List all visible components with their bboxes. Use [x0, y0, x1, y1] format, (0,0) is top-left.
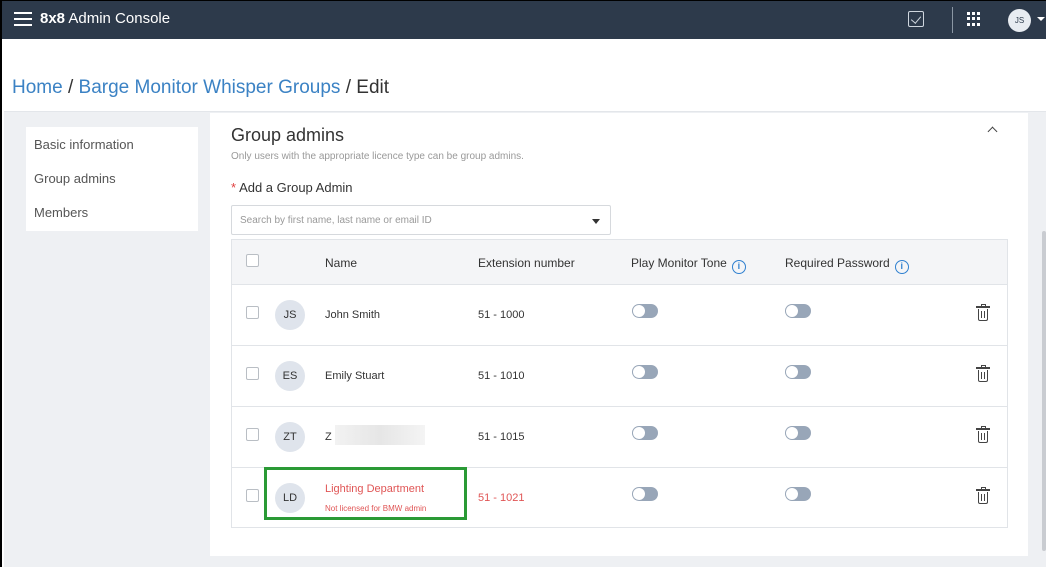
nav-item-basic-information[interactable]: Basic information [34, 137, 134, 152]
trash-icon[interactable] [976, 365, 990, 383]
monitor-tone-toggle[interactable] [632, 304, 658, 318]
add-admin-label-text: Add a Group Admin [239, 180, 353, 195]
section-title: Group admins [231, 125, 345, 145]
column-header-monitor-tone: Play Monitor Tone i [631, 256, 746, 274]
table-header: Name Extension number Play Monitor Tone i… [232, 240, 1007, 284]
breadcrumb-current: Edit [356, 77, 390, 98]
breadcrumb-home[interactable]: Home [12, 77, 63, 98]
chevron-up-icon[interactable] [988, 125, 998, 135]
info-icon[interactable]: i [731, 260, 746, 274]
nav-item-group-admins[interactable]: Group admins [34, 171, 116, 186]
scrollbar[interactable] [1042, 231, 1046, 551]
password-toggle[interactable] [785, 487, 811, 501]
search-placeholder: Search by first name, last name or email… [240, 215, 432, 226]
password-toggle[interactable] [785, 304, 811, 318]
admin-search-select[interactable]: Search by first name, last name or email… [231, 205, 611, 235]
avatar: ES [275, 361, 305, 391]
required-marker: * [231, 180, 237, 195]
brand-text: Admin Console [68, 10, 171, 27]
section-subtitle: Only users with the appropriate licence … [231, 151, 524, 162]
user-name: Emily Stuart [325, 370, 385, 382]
add-admin-label: * Add a Group Admin [231, 180, 353, 195]
extension-number: 51 - 1000 [478, 309, 525, 321]
column-header-password-label: Required Password [785, 256, 890, 270]
column-header-name: Name [325, 256, 358, 270]
section-nav: Basic information Group admins Members [26, 127, 198, 231]
avatar: ZT [275, 422, 305, 452]
extension-number: 51 - 1021 [478, 492, 525, 504]
dropdown-arrow-icon[interactable] [592, 219, 600, 224]
app-title[interactable]: 8x8 Admin Console [40, 10, 170, 27]
breadcrumb-section[interactable]: Barge Monitor Whisper Groups [79, 77, 341, 98]
tasks-checkbox-icon[interactable] [908, 11, 924, 27]
trash-icon[interactable] [976, 487, 990, 505]
chevron-down-icon[interactable] [1037, 17, 1045, 21]
divider [952, 7, 953, 33]
user-name: John Smith [325, 309, 381, 321]
row-checkbox[interactable] [246, 428, 259, 441]
extension-number: 51 - 1010 [478, 370, 525, 382]
monitor-tone-toggle[interactable] [632, 426, 658, 440]
avatar: JS [275, 300, 305, 330]
top-bar: 8x8 Admin Console JS [2, 1, 1046, 39]
brand-logo: 8x8 [40, 10, 66, 27]
monitor-tone-toggle[interactable] [632, 487, 658, 501]
trash-icon[interactable] [976, 426, 990, 444]
breadcrumb: Home / Barge Monitor Whisper Groups / Ed… [12, 77, 389, 99]
row-checkbox[interactable] [246, 489, 259, 502]
password-toggle[interactable] [785, 426, 811, 440]
user-avatar[interactable]: JS [1008, 9, 1031, 32]
breadcrumb-separator: / [62, 77, 79, 98]
table-row: ZT Z 51 - 1015 [232, 406, 1007, 467]
redacted-name [335, 425, 425, 445]
column-header-monitor-tone-label: Play Monitor Tone [631, 256, 727, 270]
app-frame: 8x8 Admin Console JS Home / Barge Monito… [0, 0, 1046, 567]
highlight-box [264, 467, 467, 520]
row-checkbox[interactable] [246, 306, 259, 319]
extension-number: 51 - 1015 [478, 431, 525, 443]
breadcrumb-separator: / [340, 77, 357, 98]
monitor-tone-toggle[interactable] [632, 365, 658, 379]
trash-icon[interactable] [976, 304, 990, 322]
row-checkbox[interactable] [246, 367, 259, 380]
table-row: ES Emily Stuart 51 - 1010 [232, 345, 1007, 406]
apps-grid-icon[interactable] [967, 12, 981, 26]
column-header-password: Required Password i [785, 256, 909, 274]
column-header-extension: Extension number [478, 256, 575, 270]
table-row: JS John Smith 51 - 1000 [232, 284, 1007, 345]
nav-item-members[interactable]: Members [34, 205, 88, 220]
select-all-checkbox[interactable] [246, 254, 259, 267]
menu-icon[interactable] [14, 12, 32, 26]
info-icon[interactable]: i [894, 260, 909, 274]
user-name: Z [325, 431, 332, 443]
password-toggle[interactable] [785, 365, 811, 379]
